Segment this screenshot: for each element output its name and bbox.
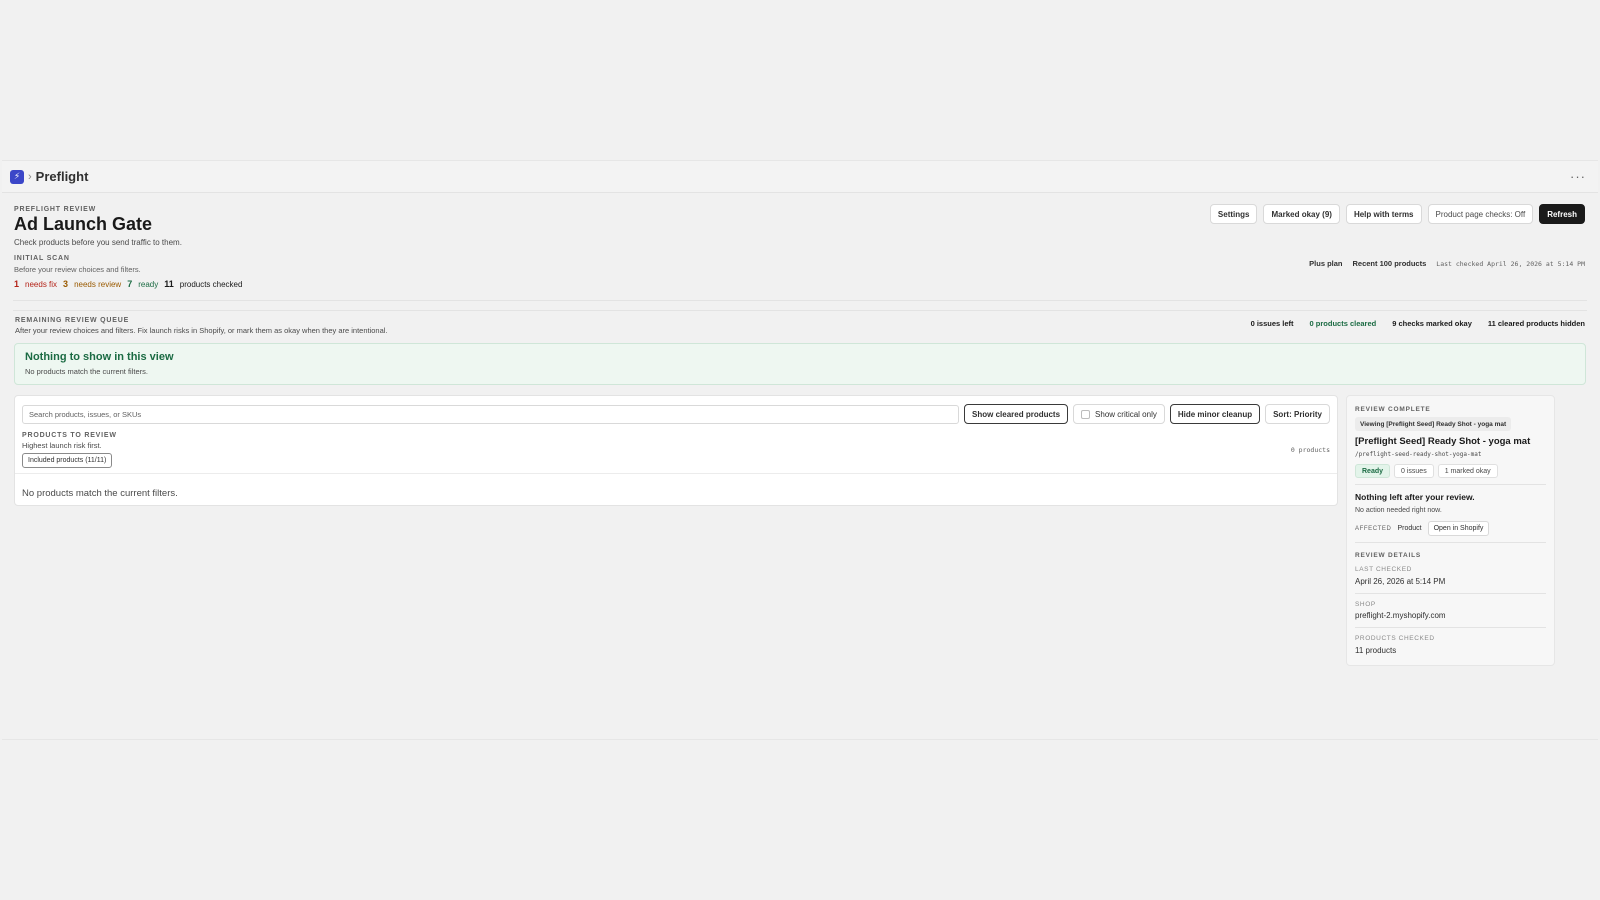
divider <box>13 310 1587 311</box>
shop-value: preflight-2.myshopify.com <box>1355 611 1446 620</box>
show-cleared-button[interactable]: Show cleared products <box>964 404 1069 424</box>
page-subtitle: Check products before you send traffic t… <box>14 238 182 247</box>
empty-banner-subtitle: No products match the current filters. <box>25 367 148 376</box>
scope-badge: Recent 100 products <box>1352 259 1427 268</box>
needs-fix-label: needs fix <box>25 280 58 289</box>
checks-marked-okay: 9 checks marked okay <box>1392 319 1472 328</box>
checked-count: 11 <box>164 279 174 289</box>
last-checked-text: Last checked April 26, 2026 at 5:14 PM <box>1436 259 1585 268</box>
nothing-left-subtitle: No action needed right now. <box>1355 507 1442 514</box>
divider <box>13 300 1587 301</box>
needs-fix-count: 1 <box>14 279 20 289</box>
product-handle: /preflight-seed-ready-shot-yoga-mat <box>1355 451 1482 458</box>
review-complete-eyebrow: REVIEW COMPLETE <box>1355 406 1431 413</box>
products-subtitle: Highest launch risk first. <box>22 441 102 450</box>
open-in-shopify-button[interactable]: Open in Shopify <box>1427 521 1490 536</box>
scan-stats: 1 needs fix 3 needs review 7 ready 11 pr… <box>14 279 242 289</box>
affected-label: AFFECTED <box>1355 525 1392 532</box>
affected-row: AFFECTED Product Open in Shopify <box>1355 521 1490 536</box>
divider <box>1355 627 1546 628</box>
scan-meta: Plus plan Recent 100 products Last check… <box>1309 259 1585 268</box>
products-cleared: 0 products cleared <box>1309 319 1377 328</box>
queue-subtitle: After your review choices and filters. F… <box>15 326 388 335</box>
header-actions: Settings Marked okay (9) Help with terms… <box>1209 204 1585 224</box>
page-eyebrow: PREFLIGHT REVIEW <box>14 206 97 213</box>
empty-banner-title: Nothing to show in this view <box>25 351 174 363</box>
divider <box>1355 542 1546 543</box>
needs-review-label: needs review <box>74 280 122 289</box>
affected-value: Product <box>1397 525 1422 532</box>
empty-state-banner: Nothing to show in this view No products… <box>14 343 1586 385</box>
cleared-hidden: 11 cleared products hidden <box>1487 319 1585 328</box>
marked-okay-badge: 1 marked okay <box>1437 464 1498 478</box>
viewing-chip: Viewing [Preflight Seed] Ready Shot - yo… <box>1355 417 1512 431</box>
products-checked-label: PRODUCTS CHECKED <box>1355 635 1435 642</box>
products-card: Search products, issues, or SKUs Show cl… <box>14 395 1338 506</box>
settings-button[interactable]: Settings <box>1209 204 1258 224</box>
product-badges: Ready 0 issues 1 marked okay <box>1355 464 1498 478</box>
product-page-checks-button[interactable]: Product page checks: Off <box>1427 204 1534 224</box>
ready-badge: Ready <box>1355 464 1391 478</box>
page-content: PREFLIGHT REVIEW Ad Launch Gate Check pr… <box>0 160 1600 740</box>
ready-count: 7 <box>127 279 133 289</box>
products-count: 0 products <box>1290 446 1330 454</box>
review-details-eyebrow: REVIEW DETAILS <box>1355 552 1421 559</box>
needs-review-count: 3 <box>63 279 69 289</box>
hide-minor-button[interactable]: Hide minor cleanup <box>1169 404 1261 424</box>
review-side-panel: REVIEW COMPLETE Viewing [Preflight Seed]… <box>1346 395 1555 666</box>
plan-badge: Plus plan <box>1309 259 1343 268</box>
filter-row: Search products, issues, or SKUs Show cl… <box>22 404 1330 424</box>
divider <box>1355 484 1546 485</box>
ready-label: ready <box>138 280 159 289</box>
shop-label: SHOP <box>1355 601 1376 608</box>
refresh-button[interactable]: Refresh <box>1539 204 1585 224</box>
issues-badge: 0 issues <box>1394 464 1434 478</box>
product-title: [Preflight Seed] Ready Shot - yoga mat <box>1355 436 1531 447</box>
divider <box>15 473 1337 474</box>
page-title: Ad Launch Gate <box>14 214 153 234</box>
initial-scan-subtitle: Before your review choices and filters. <box>14 265 141 274</box>
marked-okay-button[interactable]: Marked okay (9) <box>1263 204 1340 224</box>
queue-eyebrow: REMAINING REVIEW QUEUE <box>15 317 130 324</box>
issues-left: 0 issues left <box>1250 319 1294 328</box>
sort-button[interactable]: Sort: Priority <box>1265 404 1330 424</box>
checked-label: products checked <box>179 280 243 289</box>
last-checked-value: April 26, 2026 at 5:14 PM <box>1355 577 1446 586</box>
search-input[interactable]: Search products, issues, or SKUs <box>22 404 960 424</box>
show-critical-label: Show critical only <box>1095 409 1157 419</box>
included-products-chip[interactable]: Included products (11/11) <box>22 453 113 468</box>
products-checked-value: 11 products <box>1355 646 1397 655</box>
show-critical-toggle[interactable]: Show critical only <box>1073 404 1165 424</box>
checkbox-icon[interactable] <box>1081 409 1091 419</box>
nothing-left-title: Nothing left after your review. <box>1355 492 1475 502</box>
divider <box>1355 593 1546 594</box>
products-eyebrow: PRODUCTS TO REVIEW <box>22 432 117 439</box>
queue-stats: 0 issues left 0 products cleared 9 check… <box>1251 319 1585 328</box>
no-products-text: No products match the current filters. <box>22 488 178 499</box>
initial-scan-eyebrow: INITIAL SCAN <box>14 255 70 262</box>
last-checked-label: LAST CHECKED <box>1355 566 1412 573</box>
help-terms-button[interactable]: Help with terms <box>1345 204 1422 224</box>
